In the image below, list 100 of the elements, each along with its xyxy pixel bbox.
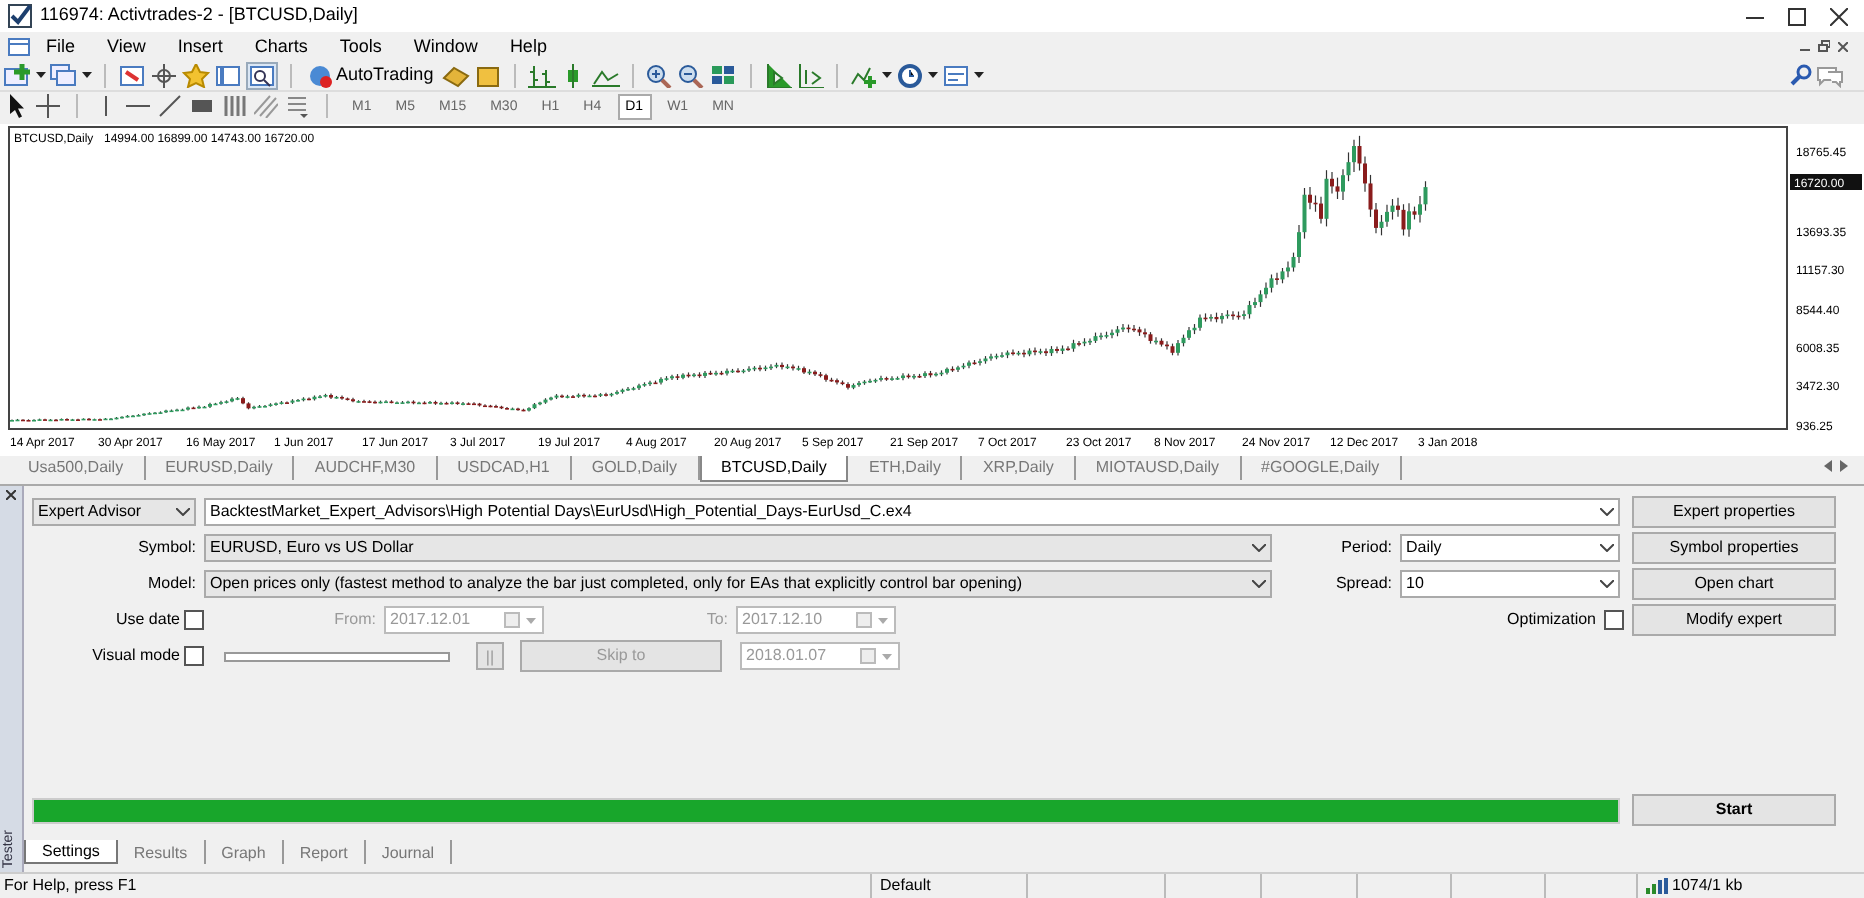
menu-item[interactable]: Insert [161, 32, 239, 60]
panel-tab[interactable]: Graph [205, 840, 284, 864]
arrow-left-icon[interactable] [1824, 460, 1832, 472]
field-label: Spread: [1333, 572, 1392, 596]
template-icon[interactable] [941, 63, 970, 87]
action-button[interactable]: Expert properties [1632, 496, 1836, 528]
chart-tab[interactable]: AUDCHF,M30 [294, 456, 438, 480]
crosshair-icon[interactable] [36, 94, 60, 118]
caret-icon[interactable] [36, 72, 46, 78]
cursor-icon[interactable] [4, 94, 28, 118]
panel-tab[interactable]: Settings [24, 840, 118, 864]
field-label: Use date [113, 608, 180, 632]
spread-dropdown[interactable]: 10 [1400, 570, 1620, 598]
panel-tab[interactable]: Journal [365, 840, 453, 864]
chart-tab[interactable]: USDCAD,H1 [437, 456, 572, 480]
field-label: From: [332, 608, 376, 632]
arrow-right-icon[interactable] [1840, 460, 1848, 472]
text-lines-icon[interactable] [286, 94, 310, 118]
action-button[interactable]: Symbol properties [1632, 532, 1836, 564]
indicator-plus-icon[interactable] [849, 63, 878, 87]
expert-dropdown[interactable]: BacktestMarket_Expert_Advisors\High Potential Days\EurUsd\High_Potential_Days-EurUsd_C.ex4 [204, 498, 1620, 526]
field-label: Period: [1339, 536, 1392, 560]
period-dropdown[interactable]: Daily [1400, 534, 1620, 562]
autoscroll-icon[interactable] [795, 63, 824, 87]
menu-item[interactable]: Tools [323, 32, 398, 60]
close-icon[interactable] [6, 490, 16, 500]
model-dropdown[interactable]: Open prices only (fastest method to analyze the bar just completed, only for EAs that explicitly control bar opening) [204, 570, 1272, 598]
menu-item[interactable]: Window [397, 32, 494, 60]
window-plus-icon[interactable] [4, 63, 32, 87]
caret-icon [1252, 580, 1266, 588]
caret-icon [1600, 580, 1614, 588]
checkbox[interactable] [184, 646, 204, 666]
chart-tab[interactable]: #GOOGLE,Daily [1241, 456, 1402, 480]
type-dropdown[interactable]: Expert Advisor [32, 498, 196, 526]
tile-windows-icon[interactable] [709, 63, 738, 87]
chart-shift-icon[interactable] [763, 63, 792, 87]
caret-icon[interactable] [973, 72, 984, 78]
magnifier-window-icon[interactable] [246, 61, 278, 89]
caret-icon [524, 617, 538, 623]
menu-item[interactable]: Charts [238, 32, 324, 60]
status-text: Default [870, 874, 1026, 898]
chart-tab[interactable]: Usa500,Daily [8, 456, 146, 480]
caret-icon [1600, 544, 1614, 552]
checkbox[interactable] [184, 610, 204, 630]
autotrading-button[interactable]: AutoTrading [304, 61, 438, 89]
menu-item[interactable]: View [91, 32, 162, 60]
caret-icon[interactable] [82, 72, 92, 78]
gem-icon[interactable] [441, 63, 470, 87]
bar-chart-icon[interactable] [527, 63, 556, 87]
maximize-icon[interactable] [1788, 7, 1806, 25]
field-label: Visual mode [90, 644, 180, 668]
panel-tab[interactable]: Report [283, 840, 366, 864]
action-button[interactable]: Open chart [1632, 568, 1836, 600]
zoom-in-icon[interactable] [645, 63, 674, 87]
window-icon[interactable] [8, 35, 30, 57]
symbol-dropdown[interactable]: EURUSD, Euro vs US Dollar [204, 534, 1272, 562]
rectangle-icon[interactable] [190, 94, 214, 118]
action-button[interactable]: Modify expert [1632, 604, 1836, 636]
calendar-icon [856, 612, 872, 628]
crosshair-icon[interactable] [150, 63, 178, 87]
status-text: 1074/1 kb [1672, 874, 1743, 898]
chart-tab[interactable]: XRP,Daily [962, 456, 1076, 480]
caret-icon [1252, 544, 1266, 552]
caret-icon [176, 508, 190, 516]
chat-icon[interactable] [1816, 63, 1844, 87]
caret-icon[interactable] [927, 72, 938, 78]
menu-item[interactable]: File [30, 32, 92, 60]
chart-tab[interactable]: MIOTAUSD,Daily [1075, 456, 1242, 480]
signal-bars-icon [1646, 878, 1668, 894]
panel-tab[interactable]: Results [117, 840, 206, 864]
field-label: Model: [145, 572, 196, 596]
field-label: Symbol: [136, 536, 196, 560]
windows-icon[interactable] [50, 63, 78, 87]
calendar-icon [860, 648, 876, 664]
chart-tab[interactable]: ETH,Daily [848, 456, 963, 480]
calendar-icon [504, 612, 520, 628]
caret-icon[interactable] [881, 72, 892, 78]
close-icon[interactable] [1830, 7, 1848, 25]
vertical-bars-icon[interactable] [222, 94, 246, 118]
star-icon[interactable] [182, 63, 210, 87]
zoom-out-icon[interactable] [677, 63, 706, 87]
speed-slider-track[interactable] [224, 651, 450, 661]
status-text: For Help, press F1 [2, 874, 139, 898]
window-icon[interactable] [214, 63, 242, 87]
globe-icon [308, 63, 332, 87]
window-title: 116974: Activtrades-2 - [BTCUSD,Daily] [40, 2, 360, 29]
chart-tab[interactable]: BTCUSD,Daily [699, 456, 849, 482]
start-button[interactable]: Start [1632, 794, 1836, 826]
caret-icon [876, 617, 890, 623]
chart-tab[interactable]: EURUSD,Daily [145, 456, 295, 480]
checkbox[interactable] [1604, 610, 1624, 630]
search-icon[interactable] [1788, 64, 1812, 86]
caret-icon [880, 653, 894, 659]
menu-item[interactable]: Help [493, 32, 563, 60]
restore-icon[interactable] [1818, 40, 1830, 52]
trendline-icon[interactable] [158, 94, 182, 118]
clock-icon[interactable] [895, 63, 924, 87]
field-label: Optimization [1505, 608, 1596, 632]
close-icon[interactable] [1838, 41, 1848, 51]
caret-icon [1600, 508, 1614, 516]
